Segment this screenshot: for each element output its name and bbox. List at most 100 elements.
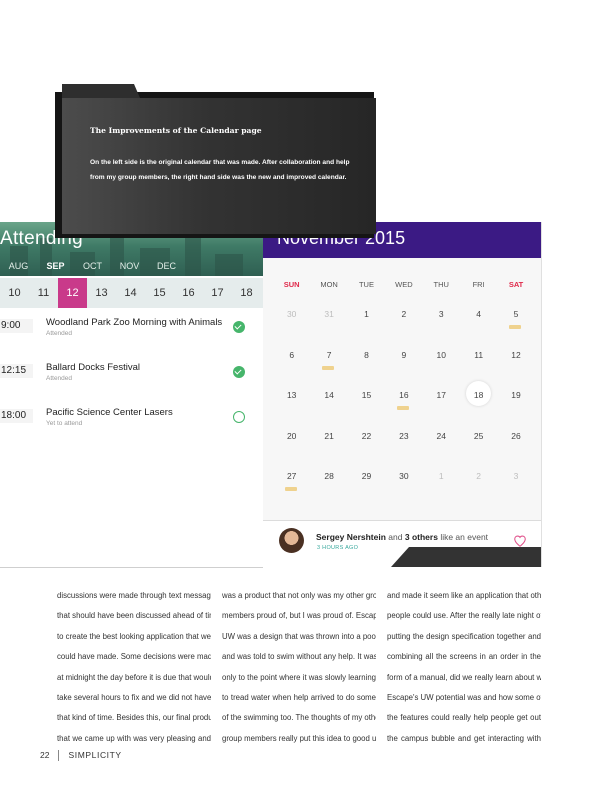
article-line: Escape's UW potential was and how some o… xyxy=(387,692,541,702)
date-cell[interactable]: 9 xyxy=(385,345,422,386)
activity-others[interactable]: 3 others xyxy=(405,532,438,542)
caption-body: On the left side is the original calenda… xyxy=(90,159,350,181)
date-cell[interactable]: 28 xyxy=(310,466,347,507)
date-cell[interactable]: 16 xyxy=(385,385,422,426)
date-number: 14 xyxy=(324,390,334,400)
day-13[interactable]: 13 xyxy=(87,278,116,308)
event-title: Woodland Park Zoo Morning with Animals xyxy=(46,317,223,328)
check-circle-icon[interactable] xyxy=(233,321,245,333)
date-cell[interactable]: 7 xyxy=(310,345,347,386)
day-18[interactable]: 18 xyxy=(232,278,261,308)
day-strip: 10 11 12 13 14 15 16 17 18 xyxy=(0,278,263,308)
weekday-wed: WED xyxy=(395,280,413,289)
date-cell: 2 xyxy=(460,466,497,507)
month-tab-sep[interactable]: SEP xyxy=(37,258,74,276)
month-tab-dec[interactable]: DEC xyxy=(148,258,185,276)
date-cell[interactable]: 12 xyxy=(497,345,534,386)
date-number: 21 xyxy=(324,430,334,441)
article-line: at midnight the day before it is due tha… xyxy=(57,672,211,682)
date-cell[interactable]: 20 xyxy=(273,426,310,467)
activity-user-name[interactable]: Sergey Nershtein xyxy=(316,532,386,542)
date-number: 30 xyxy=(399,471,409,481)
date-cell[interactable]: 29 xyxy=(348,466,385,507)
date-number: 31 xyxy=(324,309,334,319)
date-number: 2 xyxy=(401,309,407,319)
date-number: 12 xyxy=(511,349,521,360)
date-cell[interactable]: 19 xyxy=(497,385,534,426)
date-number: 13 xyxy=(286,390,297,400)
date-cell[interactable]: 25 xyxy=(460,426,497,467)
article-column-1: discussions were made through text messa… xyxy=(57,586,211,749)
date-cell[interactable]: 1 xyxy=(348,304,385,345)
date-cell[interactable]: 5 xyxy=(497,304,534,345)
event-row[interactable]: 18:00 Pacific Science Center Lasers Yet to… xyxy=(0,404,263,449)
caption-box: The Improvements of the Calendar page On… xyxy=(62,98,376,234)
event-title: Pacific Science Center Lasers xyxy=(46,407,173,418)
date-cell[interactable]: 18 xyxy=(460,381,497,426)
date-number: 29 xyxy=(361,471,372,481)
date-cell[interactable]: 15 xyxy=(348,385,385,426)
article-line: people could use. After the really late … xyxy=(387,611,541,621)
month-tab-oct[interactable]: OCT xyxy=(74,258,111,276)
check-circle-icon[interactable] xyxy=(233,366,245,378)
day-12[interactable]: 12 xyxy=(58,278,87,308)
event-row[interactable]: 12:15 Ballard Docks Festival Attended xyxy=(0,359,263,404)
date-number: 3 xyxy=(438,309,444,319)
improved-calendar-screenshot: November 2015 SUN MON TUE WED THU FRI SAT 30 31… xyxy=(263,222,542,567)
heart-icon[interactable] xyxy=(513,534,527,548)
day-17[interactable]: 17 xyxy=(203,278,232,308)
date-cell[interactable]: 13 xyxy=(273,385,310,426)
month-tab-nov[interactable]: NOV xyxy=(111,258,148,276)
month-tab-aug[interactable]: AUG xyxy=(0,258,37,276)
date-cell[interactable]: 26 xyxy=(497,426,534,467)
event-time: 18:00 xyxy=(0,409,33,423)
date-cell[interactable]: 6 xyxy=(273,345,310,386)
date-number: 15 xyxy=(361,390,372,400)
activity-text: Sergey Nershtein and 3 others like an ev… xyxy=(316,532,488,542)
weekday-fri: FRI xyxy=(472,280,485,289)
article-line: take several hours to fix and we did not… xyxy=(57,692,211,702)
activity-footer: Sergey Nershtein and 3 others like an ev… xyxy=(263,521,541,567)
event-marker xyxy=(509,325,522,329)
date-cell[interactable]: 8 xyxy=(348,345,385,386)
date-cell[interactable]: 10 xyxy=(423,345,460,386)
day-16[interactable]: 16 xyxy=(174,278,203,308)
date-cell[interactable]: 22 xyxy=(348,426,385,467)
article-line: combining all the screens in an order in… xyxy=(387,652,541,662)
event-row[interactable]: 9:00 Woodland Park Zoo Morning with Anima… xyxy=(0,314,263,359)
article-line: could have made. Some decisions were mad… xyxy=(57,652,211,662)
date-cell[interactable]: 23 xyxy=(385,426,422,467)
event-time: 12:15 xyxy=(0,364,33,378)
month-tabs: AUG SEP OCT NOV DEC xyxy=(0,258,185,276)
day-11[interactable]: 11 xyxy=(29,278,58,308)
date-cell[interactable]: 24 xyxy=(423,426,460,467)
date-grid: 30 31 1 2 3 4 5 6 7 8 9 10 11 12 13 14 15 16 17 18 19 20 21 22 2… xyxy=(273,304,535,507)
event-status: Attended xyxy=(46,375,73,382)
date-cell[interactable]: 4 xyxy=(460,304,497,345)
article-line: the campus bubble and get interacting wi… xyxy=(387,733,541,743)
date-cell[interactable]: 3 xyxy=(423,304,460,345)
date-cell[interactable]: 14 xyxy=(310,385,347,426)
date-cell[interactable]: 2 xyxy=(385,304,422,345)
date-number: 25 xyxy=(473,430,484,441)
date-number: 17 xyxy=(436,390,446,400)
day-14[interactable]: 14 xyxy=(116,278,145,308)
empty-circle-icon[interactable] xyxy=(233,411,245,423)
day-15[interactable]: 15 xyxy=(145,278,174,308)
date-number: 5 xyxy=(513,309,519,319)
event-time: 9:00 xyxy=(0,319,33,333)
article-column-2: was a product that not only was my other… xyxy=(222,586,376,749)
date-number: 19 xyxy=(511,390,521,400)
date-cell[interactable]: 17 xyxy=(423,385,460,426)
date-cell: 1 xyxy=(423,466,460,507)
avatar[interactable] xyxy=(279,528,304,553)
article-line: the features could really help people ge… xyxy=(387,713,541,723)
magazine-name: SIMPLICITY xyxy=(68,750,122,760)
date-cell[interactable]: 27 xyxy=(273,466,310,507)
date-cell[interactable]: 21 xyxy=(310,426,347,467)
date-cell[interactable]: 30 xyxy=(385,466,422,507)
week-row: 30 31 1 2 3 4 5 xyxy=(273,304,535,345)
original-calendar-screenshot: Attending AUG SEP OCT NOV DEC 10 11 12 13 14 15 16… xyxy=(0,222,263,568)
day-10[interactable]: 10 xyxy=(0,278,29,308)
date-cell[interactable]: 11 xyxy=(460,345,497,386)
